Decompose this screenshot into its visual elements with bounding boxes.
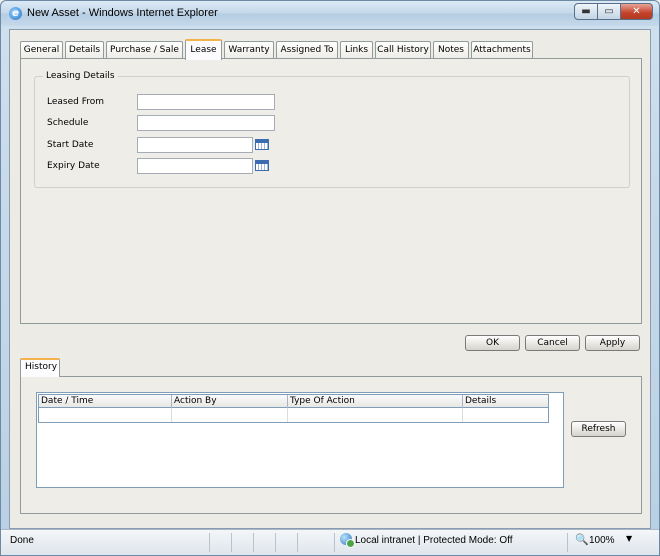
tab-attachments[interactable]: Attachments <box>471 41 533 59</box>
tab-general[interactable]: General <box>20 41 63 59</box>
tab-purchase-sale[interactable]: Purchase / Sale <box>106 41 183 59</box>
internet-explorer-icon: e <box>9 7 22 20</box>
history-grid-header: Date / Time Action By Type Of Action Det… <box>38 394 549 408</box>
tab-warranty[interactable]: Warranty <box>224 41 274 59</box>
tab-links[interactable]: Links <box>340 41 373 59</box>
title-bar[interactable]: e New Asset - Windows Internet Explorer … <box>1 1 659 26</box>
start-date-calendar-icon[interactable] <box>255 139 269 150</box>
schedule-input[interactable] <box>137 115 275 131</box>
table-cell <box>172 408 288 422</box>
leased-from-label: Leased From <box>47 97 105 107</box>
expiry-date-label: Expiry Date <box>47 161 100 171</box>
status-divider <box>334 533 335 552</box>
column-header-details[interactable]: Details <box>463 395 550 408</box>
expiry-date-calendar-icon[interactable] <box>255 160 269 171</box>
column-header-type-of-action[interactable]: Type Of Action <box>288 395 463 408</box>
status-divider <box>567 533 568 552</box>
maximize-button[interactable]: ▭ <box>597 3 621 20</box>
column-header-action-by[interactable]: Action By <box>172 395 288 408</box>
zoom-level[interactable]: 100% <box>589 535 615 546</box>
status-text: Done <box>10 535 34 546</box>
table-cell <box>288 408 463 422</box>
minimize-button[interactable]: ▬ <box>574 3 598 20</box>
table-cell <box>463 408 549 422</box>
status-bar: Done Local intranet | Protected Mode: Of… <box>1 529 659 555</box>
table-row[interactable] <box>38 408 549 423</box>
tab-lease[interactable]: Lease <box>185 39 222 60</box>
history-grid[interactable]: Date / Time Action By Type Of Action Det… <box>36 392 564 488</box>
refresh-button[interactable]: Refresh <box>571 421 626 437</box>
tab-notes[interactable]: Notes <box>433 41 469 59</box>
status-divider <box>275 533 276 552</box>
security-zone-text: Local intranet | Protected Mode: Off <box>355 535 513 546</box>
zoom-dropdown-icon[interactable]: ▼ <box>626 534 632 543</box>
browser-window: e New Asset - Windows Internet Explorer … <box>0 0 660 556</box>
schedule-label: Schedule <box>47 118 89 128</box>
tab-details[interactable]: Details <box>65 41 104 59</box>
table-cell <box>39 408 172 422</box>
lease-tab-panel: Leasing Details Leased From Schedule Sta… <box>20 58 642 324</box>
start-date-input[interactable] <box>137 137 253 153</box>
status-divider <box>209 533 210 552</box>
status-divider <box>253 533 254 552</box>
window-title: New Asset - Windows Internet Explorer <box>27 7 218 19</box>
tab-history[interactable]: History <box>20 358 60 377</box>
leasing-details-group: Leasing Details <box>34 71 630 188</box>
column-header-date-time[interactable]: Date / Time <box>39 395 172 408</box>
local-intranet-globe-icon <box>340 533 355 548</box>
zoom-icon[interactable]: 🔍 <box>575 533 589 546</box>
tab-assigned-to[interactable]: Assigned To <box>276 41 338 59</box>
cancel-button[interactable]: Cancel <box>525 335 580 351</box>
start-date-label: Start Date <box>47 140 94 150</box>
close-button[interactable]: ✕ <box>620 3 653 20</box>
status-divider <box>231 533 232 552</box>
apply-button[interactable]: Apply <box>585 335 640 351</box>
leasing-details-title: Leasing Details <box>43 71 118 81</box>
tab-call-history[interactable]: Call History <box>375 41 431 59</box>
page-content: General Details Purchase / Sale Lease Wa… <box>9 29 651 529</box>
expiry-date-input[interactable] <box>137 158 253 174</box>
ok-button[interactable]: OK <box>465 335 520 351</box>
status-divider <box>297 533 298 552</box>
leased-from-input[interactable] <box>137 94 275 110</box>
history-panel: Date / Time Action By Type Of Action Det… <box>20 376 642 514</box>
